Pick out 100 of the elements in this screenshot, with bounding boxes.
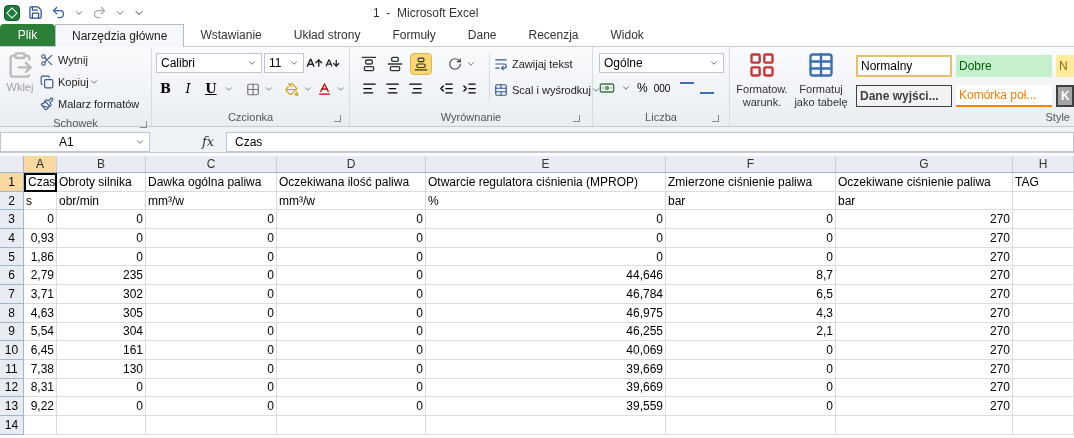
grid-icon[interactable] — [748, 51, 776, 79]
table-cell: 1,86 — [24, 247, 57, 267]
ribbon-tab[interactable]: Wstawianie — [184, 24, 278, 46]
cell-style-swatch[interactable]: Normalny — [856, 55, 952, 77]
number-format-dropdown[interactable]: Ogólne — [599, 53, 724, 73]
cell-style-swatch[interactable]: Dane wyjści... — [856, 85, 952, 107]
table-cell: 3,71 — [24, 285, 57, 304]
align-right-icon[interactable] — [408, 81, 423, 96]
fill-color-icon[interactable] — [285, 81, 300, 97]
cut-icon[interactable] — [40, 53, 54, 67]
empty-cell — [1013, 303, 1074, 323]
font-size-dropdown[interactable]: 11 — [264, 53, 304, 73]
row-header[interactable]: 3 — [0, 210, 24, 230]
column-header[interactable]: C — [146, 156, 277, 172]
empty-cell — [1013, 397, 1074, 416]
table-cell: 0 — [57, 229, 146, 248]
file-tab[interactable]: Plik — [0, 24, 55, 46]
thousands-button[interactable]: 000 — [653, 80, 671, 96]
table-icon[interactable] — [807, 51, 835, 79]
column-header[interactable]: H — [1013, 156, 1074, 172]
undo-icon[interactable] — [51, 5, 66, 20]
font-color-icon[interactable] — [316, 81, 332, 97]
table-cell: 0 — [277, 341, 426, 360]
row-header[interactable]: 1 — [0, 173, 24, 192]
column-header[interactable]: D — [277, 156, 426, 172]
table-cell: 0 — [57, 210, 146, 230]
row-header[interactable]: 6 — [0, 266, 24, 286]
copy-button[interactable]: Kopiuj — [58, 71, 89, 93]
table-cell: 6,5 — [666, 285, 836, 304]
table-cell: 305 — [57, 303, 146, 323]
align-left-icon[interactable] — [362, 81, 377, 96]
column-header[interactable]: F — [666, 156, 836, 172]
app-logo-icon — [4, 4, 20, 21]
orientation-icon[interactable] — [448, 57, 462, 71]
dialog-launcher-icon[interactable] — [573, 115, 580, 122]
italic-button[interactable]: I — [178, 79, 198, 99]
font-name-dropdown[interactable]: Calibri — [156, 53, 262, 73]
name-box[interactable]: A1 — [0, 131, 150, 152]
row-header[interactable]: 13 — [0, 397, 24, 416]
currency-icon[interactable] — [599, 80, 615, 96]
table-cell: 270 — [836, 229, 1013, 248]
increase-indent-icon[interactable] — [462, 81, 477, 96]
caret-icon — [247, 58, 257, 68]
conditional-formatting-button[interactable]: Formatow. warunk. — [736, 83, 788, 109]
align-center-icon[interactable] — [385, 81, 400, 96]
copy-icon[interactable] — [40, 75, 54, 89]
format-as-table-button[interactable]: Formatuj jako tabelę — [794, 83, 848, 109]
caret-icon — [621, 83, 631, 93]
caret-icon — [709, 58, 719, 68]
dialog-launcher-icon[interactable] — [712, 115, 719, 122]
save-icon[interactable] — [28, 5, 43, 20]
function-button[interactable]: fx — [202, 131, 226, 152]
column-header[interactable]: E — [426, 156, 666, 172]
table-cell: 0 — [277, 210, 426, 230]
row-header[interactable]: 10 — [0, 341, 24, 360]
column-header[interactable]: G — [836, 156, 1013, 172]
table-cell: Zmierzone ciśnienie paliwa — [666, 173, 836, 192]
cell-style-swatch[interactable]: Dobre — [956, 55, 1052, 77]
ribbon-tab[interactable]: Formuły — [376, 24, 452, 46]
dialog-launcher-icon[interactable] — [334, 115, 341, 122]
ribbon-tab[interactable]: Dane — [451, 24, 513, 46]
table-cell: 0 — [24, 210, 57, 230]
table-cell: 0 — [146, 341, 277, 360]
window-title: 1 - Microsoft Excel — [373, 4, 479, 22]
decrease-indent-icon[interactable] — [439, 81, 454, 96]
table-cell: 6,45 — [24, 341, 57, 360]
ribbon-tab[interactable]: Widok — [594, 24, 660, 46]
merge-center-button[interactable]: Scal i wyśrodkuj — [512, 79, 591, 101]
borders-icon[interactable] — [245, 81, 260, 97]
table-cell: 0 — [146, 322, 277, 342]
ribbon-tab[interactable]: Układ strony — [277, 24, 377, 46]
ribbon-tab[interactable]: Recenzja — [512, 24, 595, 46]
vertical-align-icon[interactable] — [410, 53, 432, 75]
table-cell: 0 — [277, 229, 426, 248]
underline-button[interactable]: U — [201, 79, 221, 99]
format-painter-icon[interactable] — [40, 97, 54, 111]
table-cell: 0 — [146, 247, 277, 267]
ribbon-tab[interactable]: Narzędzia główne — [55, 24, 185, 47]
column-header[interactable]: B — [57, 156, 146, 172]
bold-button[interactable]: B — [156, 79, 175, 99]
wrap-text-button[interactable]: Zawijaj tekst — [512, 53, 573, 75]
table-cell: 0 — [146, 285, 277, 304]
formula-input[interactable]: Czas — [226, 131, 1074, 152]
cut-button[interactable]: Wytnij — [58, 49, 88, 71]
caret-icon — [263, 84, 274, 94]
caret-icon — [88, 77, 99, 87]
wrap-text-icon[interactable] — [494, 57, 508, 71]
merge-center-icon[interactable] — [494, 83, 508, 97]
format-painter-button[interactable]: Malarz formatów — [58, 93, 140, 115]
caret-icon — [303, 84, 313, 94]
table-cell: 0 — [666, 378, 836, 398]
column-header[interactable]: A — [24, 156, 57, 172]
cell-style-swatch[interactable]: N — [1056, 55, 1074, 77]
percent-button[interactable]: % — [637, 79, 648, 97]
table-cell: 46,255 — [426, 322, 666, 342]
table-cell: % — [426, 191, 666, 211]
caret-icon — [224, 84, 234, 94]
row-header[interactable]: 7 — [0, 285, 24, 304]
row-header[interactable]: 4 — [0, 229, 24, 248]
table-cell: 46,975 — [426, 303, 666, 323]
